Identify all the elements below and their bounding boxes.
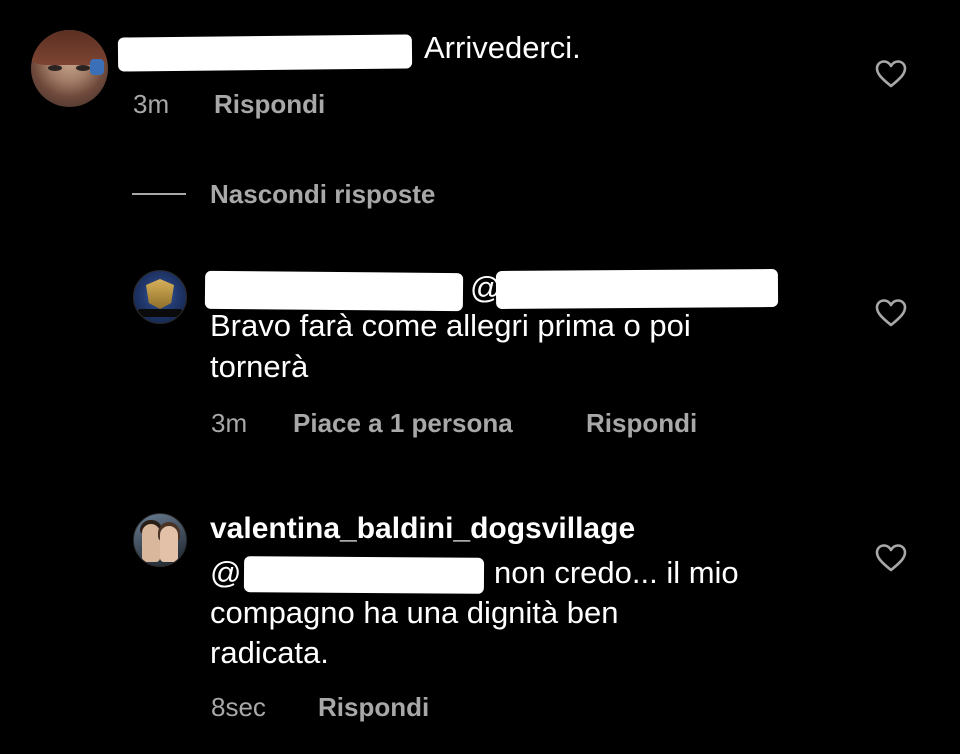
username[interactable]: valentina_baldini_dogsvillage: [210, 512, 635, 546]
reply-text-line: non credo... il mio: [494, 555, 739, 590]
avatar-crest: [146, 279, 174, 309]
replies-divider-line: [132, 193, 186, 195]
redacted-username: [117, 34, 413, 72]
heart-outline-icon[interactable]: [875, 59, 907, 89]
comment-text: Arrivederci.: [424, 30, 581, 65]
comment-time: 3m: [133, 89, 170, 119]
avatar-eye: [75, 65, 90, 72]
hide-replies-button[interactable]: Nascondi risposte: [210, 179, 435, 210]
avatar-accent: [90, 59, 104, 76]
avatar[interactable]: [31, 30, 108, 107]
avatar-band: [138, 309, 182, 317]
mention-symbol: @: [210, 555, 242, 590]
reply-time: 8sec: [211, 692, 266, 722]
reply-text-line: compagno ha una dignità ben: [210, 595, 619, 630]
avatar-figure: [160, 526, 178, 562]
reply-text-line: radicata.: [210, 635, 329, 670]
reply-text-line: tornerà: [210, 349, 309, 384]
heart-outline-icon[interactable]: [875, 543, 907, 573]
likes-count-link[interactable]: Piace a 1 persona: [293, 408, 513, 439]
reply-time: 3m: [211, 408, 248, 438]
heart-outline-icon[interactable]: [875, 298, 907, 328]
redacted-mention: [243, 556, 485, 594]
avatar-eye: [47, 65, 62, 72]
reply-button[interactable]: Rispondi: [318, 692, 429, 723]
reply-button[interactable]: Rispondi: [586, 408, 697, 439]
redacted-mention: [495, 269, 779, 309]
reply-text-line: Bravo farà come allegri prima o poi: [210, 308, 691, 343]
avatar[interactable]: [133, 270, 187, 324]
avatar[interactable]: [133, 513, 187, 567]
reply-button[interactable]: Rispondi: [214, 89, 325, 120]
